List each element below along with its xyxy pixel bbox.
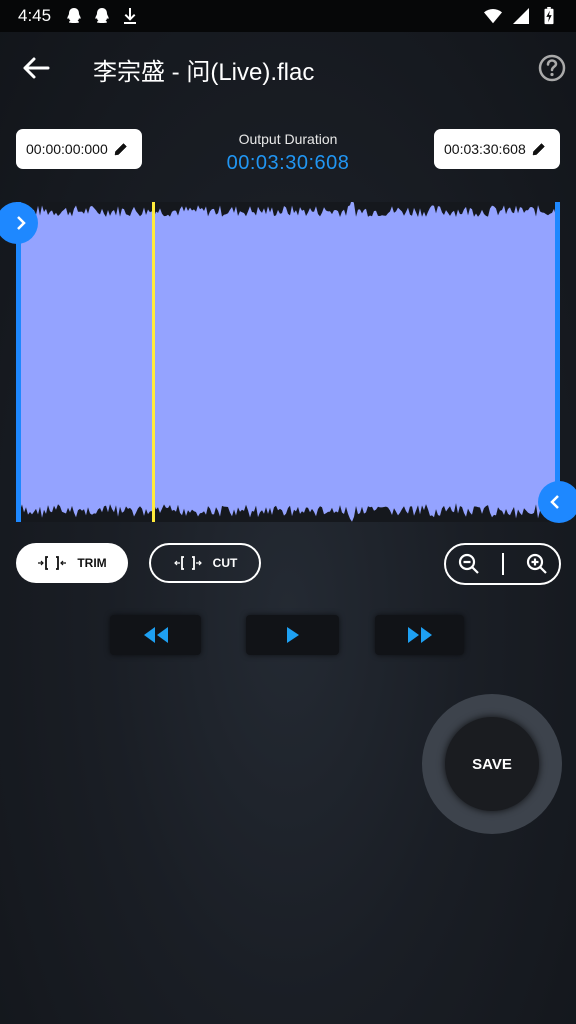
download-icon xyxy=(124,8,137,24)
save-button[interactable]: SAVE xyxy=(422,694,562,834)
playhead-line[interactable] xyxy=(152,202,155,522)
page-title: 李宗盛 - 问(Live).flac xyxy=(93,59,315,86)
help-icon[interactable] xyxy=(536,52,568,84)
trim-label: TRIM xyxy=(77,556,107,570)
play-icon xyxy=(286,627,299,643)
zoom-controls xyxy=(444,543,561,585)
fast-forward-button[interactable] xyxy=(375,615,464,655)
trim-button[interactable]: TRIM xyxy=(16,543,128,583)
back-arrow-icon[interactable] xyxy=(18,52,54,84)
qq-icon xyxy=(95,8,109,23)
save-label: SAVE xyxy=(472,755,512,773)
notification-icons xyxy=(65,7,139,25)
chevron-right-icon xyxy=(17,216,26,230)
zoom-divider xyxy=(501,553,504,575)
battery-charging-icon xyxy=(544,7,554,25)
rewind-button[interactable] xyxy=(110,615,201,655)
app-bar: 李宗盛 - 问(Live).flac xyxy=(0,32,576,104)
cut-label: CUT xyxy=(212,556,238,570)
pencil-icon xyxy=(532,143,545,156)
end-time-value: 00:03:30:608 xyxy=(444,141,526,157)
wifi-icon xyxy=(484,8,502,24)
trim-icon xyxy=(38,556,67,570)
qq-icon xyxy=(67,8,81,23)
right-trim-handle[interactable] xyxy=(538,481,576,523)
chevron-left-icon xyxy=(550,495,559,509)
zoom-out-icon[interactable] xyxy=(457,552,481,576)
zoom-in-icon[interactable] xyxy=(525,552,549,576)
play-button[interactable] xyxy=(246,615,339,655)
fast-forward-icon xyxy=(407,627,432,643)
status-bar: 4:45 xyxy=(0,0,576,32)
status-time: 4:45 xyxy=(18,6,52,25)
rewind-icon xyxy=(143,627,168,643)
cut-button[interactable]: CUT xyxy=(149,543,261,583)
left-trim-bar[interactable] xyxy=(16,202,21,522)
waveform[interactable] xyxy=(16,202,560,522)
save-button-inner: SAVE xyxy=(445,717,539,811)
end-time-field[interactable]: 00:03:30:608 xyxy=(434,129,560,169)
waveform-shape xyxy=(16,202,560,522)
cut-icon xyxy=(173,556,202,570)
signal-icon xyxy=(513,8,529,24)
right-trim-bar[interactable] xyxy=(555,202,560,522)
system-icons xyxy=(484,7,558,25)
